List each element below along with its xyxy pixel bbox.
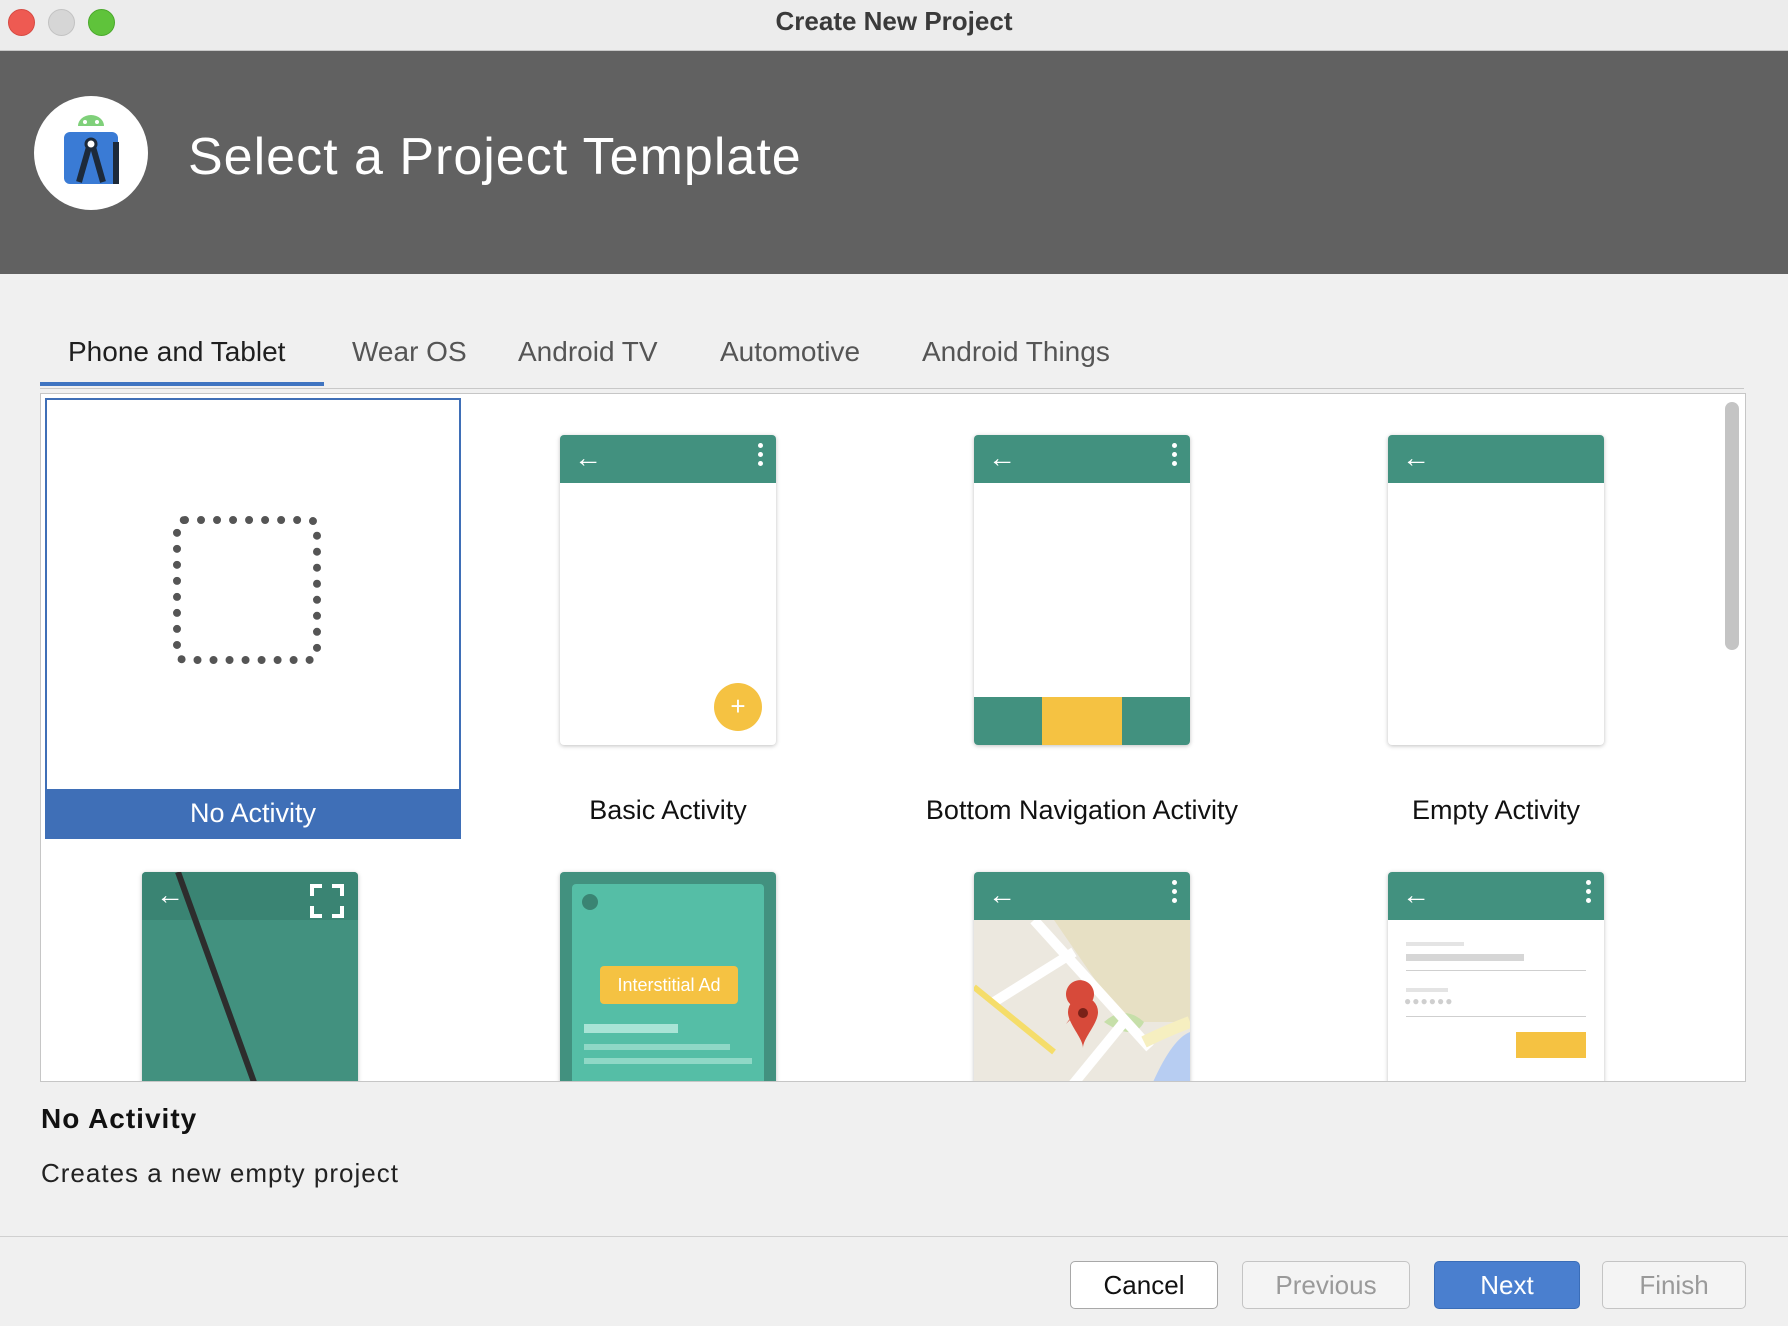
password-dots: ●●●●●●: [1404, 994, 1454, 1008]
back-arrow-icon: ←: [1402, 879, 1430, 910]
template-card-no-activity[interactable]: No Activity: [45, 398, 461, 839]
app-bar: ←: [974, 435, 1190, 483]
template-card-empty-activity[interactable]: ← Empty Activity: [1289, 398, 1703, 835]
tab-divider: [40, 388, 1744, 389]
selected-template-description: Creates a new empty project: [41, 1158, 399, 1188]
field-underline: [1406, 970, 1586, 971]
fullscreen-preview: ←: [142, 872, 358, 1081]
template-card-maps-activity[interactable]: ←: [875, 835, 1289, 1081]
login-preview: ← ●●●●●●: [1388, 872, 1604, 1081]
camera-dot-icon: [582, 894, 598, 910]
tab-wear-os[interactable]: Wear OS: [352, 336, 467, 368]
cancel-button[interactable]: Cancel: [1070, 1261, 1218, 1309]
field-underline: [1406, 1016, 1586, 1017]
finish-button[interactable]: Finish: [1602, 1261, 1746, 1309]
template-card-login-activity[interactable]: ← ●●●●●●: [1289, 835, 1703, 1081]
android-studio-logo-icon: [34, 96, 148, 210]
basic-activity-preview: ← +: [560, 435, 776, 745]
template-card-fullscreen-activity[interactable]: ←: [41, 835, 461, 1081]
window-title: Create New Project: [775, 6, 1013, 36]
template-card-bottom-navigation-activity[interactable]: ← Bottom Navigation Activity: [875, 398, 1289, 835]
template-label: Basic Activity: [589, 795, 747, 825]
page-title: Select a Project Template: [188, 128, 802, 186]
interstitial-ad-preview: Interstitial Ad: [560, 872, 776, 1081]
footer-divider: [0, 1236, 1788, 1237]
gallery-scrollbar[interactable]: [1725, 402, 1739, 650]
ad-text-line: [584, 1024, 678, 1033]
login-button-mock: [1516, 1032, 1586, 1058]
form-hint: [1406, 942, 1464, 946]
bottom-navigation-preview: ←: [974, 435, 1190, 745]
back-arrow-icon: ←: [574, 442, 602, 473]
selected-template-title: No Activity: [41, 1103, 198, 1134]
window-titlebar: Create New Project: [0, 0, 1788, 51]
interstitial-ad-badge: Interstitial Ad: [600, 966, 738, 1004]
more-vert-icon: [1172, 443, 1178, 470]
tab-phone-and-tablet[interactable]: Phone and Tablet: [68, 336, 285, 368]
maps-preview: ←: [974, 872, 1190, 1081]
next-button[interactable]: Next: [1434, 1261, 1580, 1309]
app-bar: ←: [974, 872, 1190, 920]
template-label: Empty Activity: [1411, 795, 1581, 825]
back-arrow-icon: ←: [988, 442, 1016, 473]
fab-plus-icon: +: [714, 683, 762, 731]
tab-android-things[interactable]: Android Things: [922, 336, 1110, 368]
empty-activity-preview: ←: [1388, 435, 1604, 745]
back-arrow-icon: ←: [988, 879, 1016, 910]
empty-placeholder-icon: [173, 516, 321, 664]
more-vert-icon: [1172, 880, 1178, 907]
more-vert-icon: [758, 443, 764, 470]
tab-automotive[interactable]: Automotive: [720, 336, 860, 368]
form-hint: [1406, 988, 1448, 992]
username-field: [1406, 954, 1524, 961]
tab-android-tv[interactable]: Android TV: [518, 336, 658, 368]
active-tab-indicator: [40, 382, 324, 386]
template-card-admob-activity[interactable]: Interstitial Ad: [461, 835, 875, 1081]
app-bar: ←: [560, 435, 776, 483]
previous-button[interactable]: Previous: [1242, 1261, 1410, 1309]
ad-screen: Interstitial Ad: [572, 884, 764, 1081]
app-bar: ←: [1388, 435, 1604, 483]
template-label: No Activity: [189, 798, 317, 828]
fullscreen-icon: [310, 884, 344, 918]
ad-text-line: [584, 1044, 730, 1050]
back-arrow-icon: ←: [156, 879, 184, 910]
app-bar: ←: [1388, 872, 1604, 920]
back-arrow-icon: ←: [1402, 442, 1430, 473]
more-vert-icon: [1586, 880, 1592, 907]
ad-text-line: [584, 1058, 752, 1064]
bottom-nav-selected-item: [1042, 697, 1122, 745]
header-banner: Select a Project Template: [0, 51, 1788, 274]
template-gallery: No Activity ← + Basic Activity ← Bottom …: [40, 393, 1746, 1082]
template-label: Bottom Navigation Activity: [925, 795, 1239, 825]
template-card-basic-activity[interactable]: ← + Basic Activity: [461, 398, 875, 835]
bottom-nav-bar: [974, 697, 1190, 745]
